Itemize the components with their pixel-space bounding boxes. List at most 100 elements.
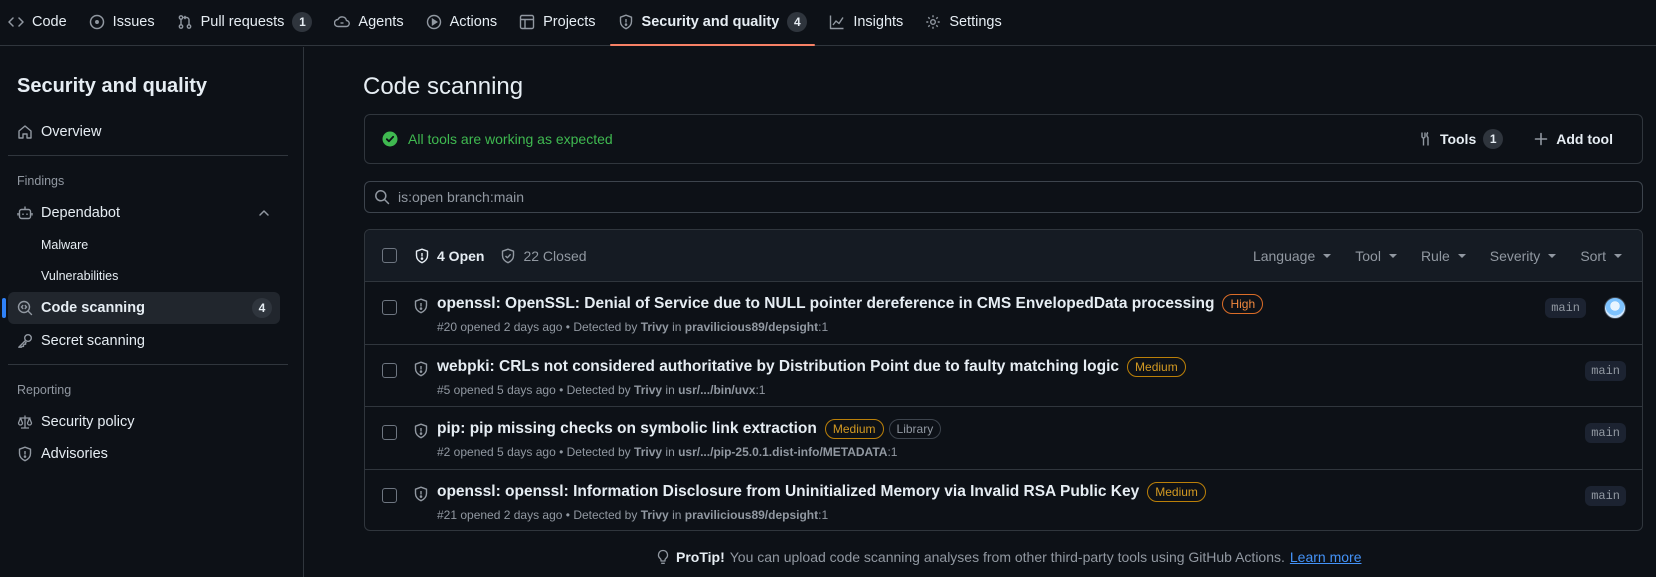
sidebar-item-vulnerabilities[interactable]: Vulnerabilities [8,260,280,292]
page-title: Code scanning [363,73,524,100]
sidebar-item-secret-scanning[interactable]: Secret scanning [8,325,280,357]
findings-heading: Findings [17,174,65,188]
triangle-down-icon [1388,253,1397,258]
search-icon [374,189,390,205]
alert-title[interactable]: openssl: OpenSSL: Denial of Service due … [437,295,1214,313]
home-icon [17,124,33,140]
alert-meta: #21 opened 2 days ago • Detected by Triv… [437,508,828,522]
tab-counter: 4 [787,12,808,32]
sidebar-item-dependabot[interactable]: Dependabot [8,197,280,229]
code-icon [8,14,24,30]
issue-opened-icon [89,14,105,30]
tab-agents[interactable]: Agents [326,0,411,45]
alert-checkbox[interactable] [382,425,397,440]
alert-checkbox[interactable] [382,300,397,315]
alert-row[interactable]: openssl: openssl: Information Disclosure… [365,470,1642,531]
branch-label: main [1585,423,1626,443]
severity-badge: Medium [824,419,884,439]
alert-tool: Trivy [640,320,669,334]
library-badge: Library [888,419,942,439]
tab-label: Projects [543,14,596,30]
sidebar-divider [8,155,288,156]
alert-line: :1 [755,382,766,397]
tool-filter[interactable]: Tool [1355,248,1397,264]
tab-pull-requests[interactable]: Pull requests 1 [169,0,321,45]
filter-label: Rule [1420,247,1450,264]
chevron-up-icon[interactable] [256,205,272,221]
alert-location[interactable]: usr/.../bin/uvx [678,383,755,397]
tools-button[interactable]: Tools 1 [1417,129,1504,149]
alert-title-line: openssl: openssl: Information Disclosure… [437,481,1206,502]
severity-filter[interactable]: Severity [1490,248,1557,264]
alert-checkbox[interactable] [382,362,397,378]
sidebar-item-security-policy[interactable]: Security policy [8,406,280,438]
alert-row[interactable]: openssl: OpenSSL: Denial of Service due … [365,282,1642,345]
sidebar-item-code-scanning[interactable]: Code scanning 4 [2,292,280,324]
alert-row[interactable]: pip: pip missing checks on symbolic link… [365,407,1642,470]
avatar[interactable] [1604,297,1626,319]
learn-more-link[interactable]: Learn more [1290,549,1362,565]
alert-title[interactable]: openssl: openssl: Information Disclosure… [437,483,1139,501]
codescan-icon [17,300,33,316]
agent-icon [334,14,351,30]
sidebar-item-label: Malware [41,238,89,252]
security-sidebar: Security and quality Overview Findings D… [0,47,304,577]
alert-meta: #2 opened 5 days ago • Detected by Trivy… [437,445,897,459]
protip: ProTip! You can upload code scanning ana… [655,549,1361,565]
add-tool-button[interactable]: Add tool [1533,131,1613,147]
alert-title-line: pip: pip missing checks on symbolic link… [437,419,942,439]
sidebar-item-overview[interactable]: Overview [8,116,280,148]
tab-insights[interactable]: Insights [821,0,911,45]
alert-location[interactable]: pravilicious89/depsight [685,508,818,522]
tab-settings[interactable]: Settings [917,0,1009,45]
add-tool-label: Add tool [1556,131,1613,147]
alert-meta: #5 opened 5 days ago • Detected by Trivy… [437,383,765,397]
tab-counter: 1 [292,12,313,32]
sidebar-item-malware[interactable]: Malware [8,229,280,261]
tab-label: Insights [853,14,904,30]
alert-location[interactable]: usr/.../pip-25.0.1.dist-info/METADATA [678,445,887,459]
sort-filter[interactable]: Sort [1580,248,1622,264]
repo-nav: Code Issues Pull requests 1 Agents Actio… [0,0,1656,46]
severity-badge: High [1222,294,1264,314]
alert-tool: Trivy [634,382,663,397]
alert-row[interactable]: webpki: CRLs not considered authoritativ… [365,345,1642,407]
tab-code[interactable]: Code [0,0,75,45]
open-filter[interactable]: 4 Open [414,248,484,264]
sidebar-item-label: Security policy [41,414,135,430]
git-pull-request-icon [177,14,193,30]
tab-projects[interactable]: Projects [511,0,603,45]
alert-location[interactable]: pravilicious89/depsight [685,320,818,334]
closed-filter[interactable]: 22 Closed [500,248,587,264]
alert-title[interactable]: pip: pip missing checks on symbolic link… [437,420,817,438]
table-icon [519,14,535,30]
alert-search[interactable] [364,181,1643,213]
search-input[interactable] [398,189,1598,205]
triangle-down-icon [1614,253,1622,258]
shield-icon [413,298,429,314]
language-filter[interactable]: Language [1253,248,1332,264]
rule-filter[interactable]: Rule [1421,248,1466,264]
alert-meta-in: in [672,320,682,334]
tab-label: Code [32,14,67,30]
select-all-checkbox[interactable] [382,248,397,263]
shield-check-icon [500,248,516,264]
shield-icon [413,423,429,439]
filter-bar: Language Tool Rule Severity Sort [1253,248,1622,264]
alert-meta-text: #2 opened 5 days ago • Detected by [437,445,631,459]
tab-issues[interactable]: Issues [81,0,163,45]
law-icon [17,414,33,430]
protip-text: You can upload code scanning analyses fr… [729,549,1285,565]
tab-security-and-quality[interactable]: Security and quality 4 [609,0,816,46]
plus-icon [1533,131,1549,147]
sidebar-item-advisories[interactable]: Advisories [8,438,280,470]
alert-meta: #20 opened 2 days ago • Detected by Triv… [437,320,828,334]
triangle-down-icon [1548,253,1557,258]
tab-actions[interactable]: Actions [418,0,506,45]
alert-title[interactable]: webpki: CRLs not considered authoritativ… [437,358,1119,376]
tab-label: Settings [949,14,1002,30]
tools-count: 1 [1483,129,1504,149]
tab-label: Actions [449,14,498,30]
alert-checkbox[interactable] [382,487,397,503]
gear-icon [925,14,941,30]
